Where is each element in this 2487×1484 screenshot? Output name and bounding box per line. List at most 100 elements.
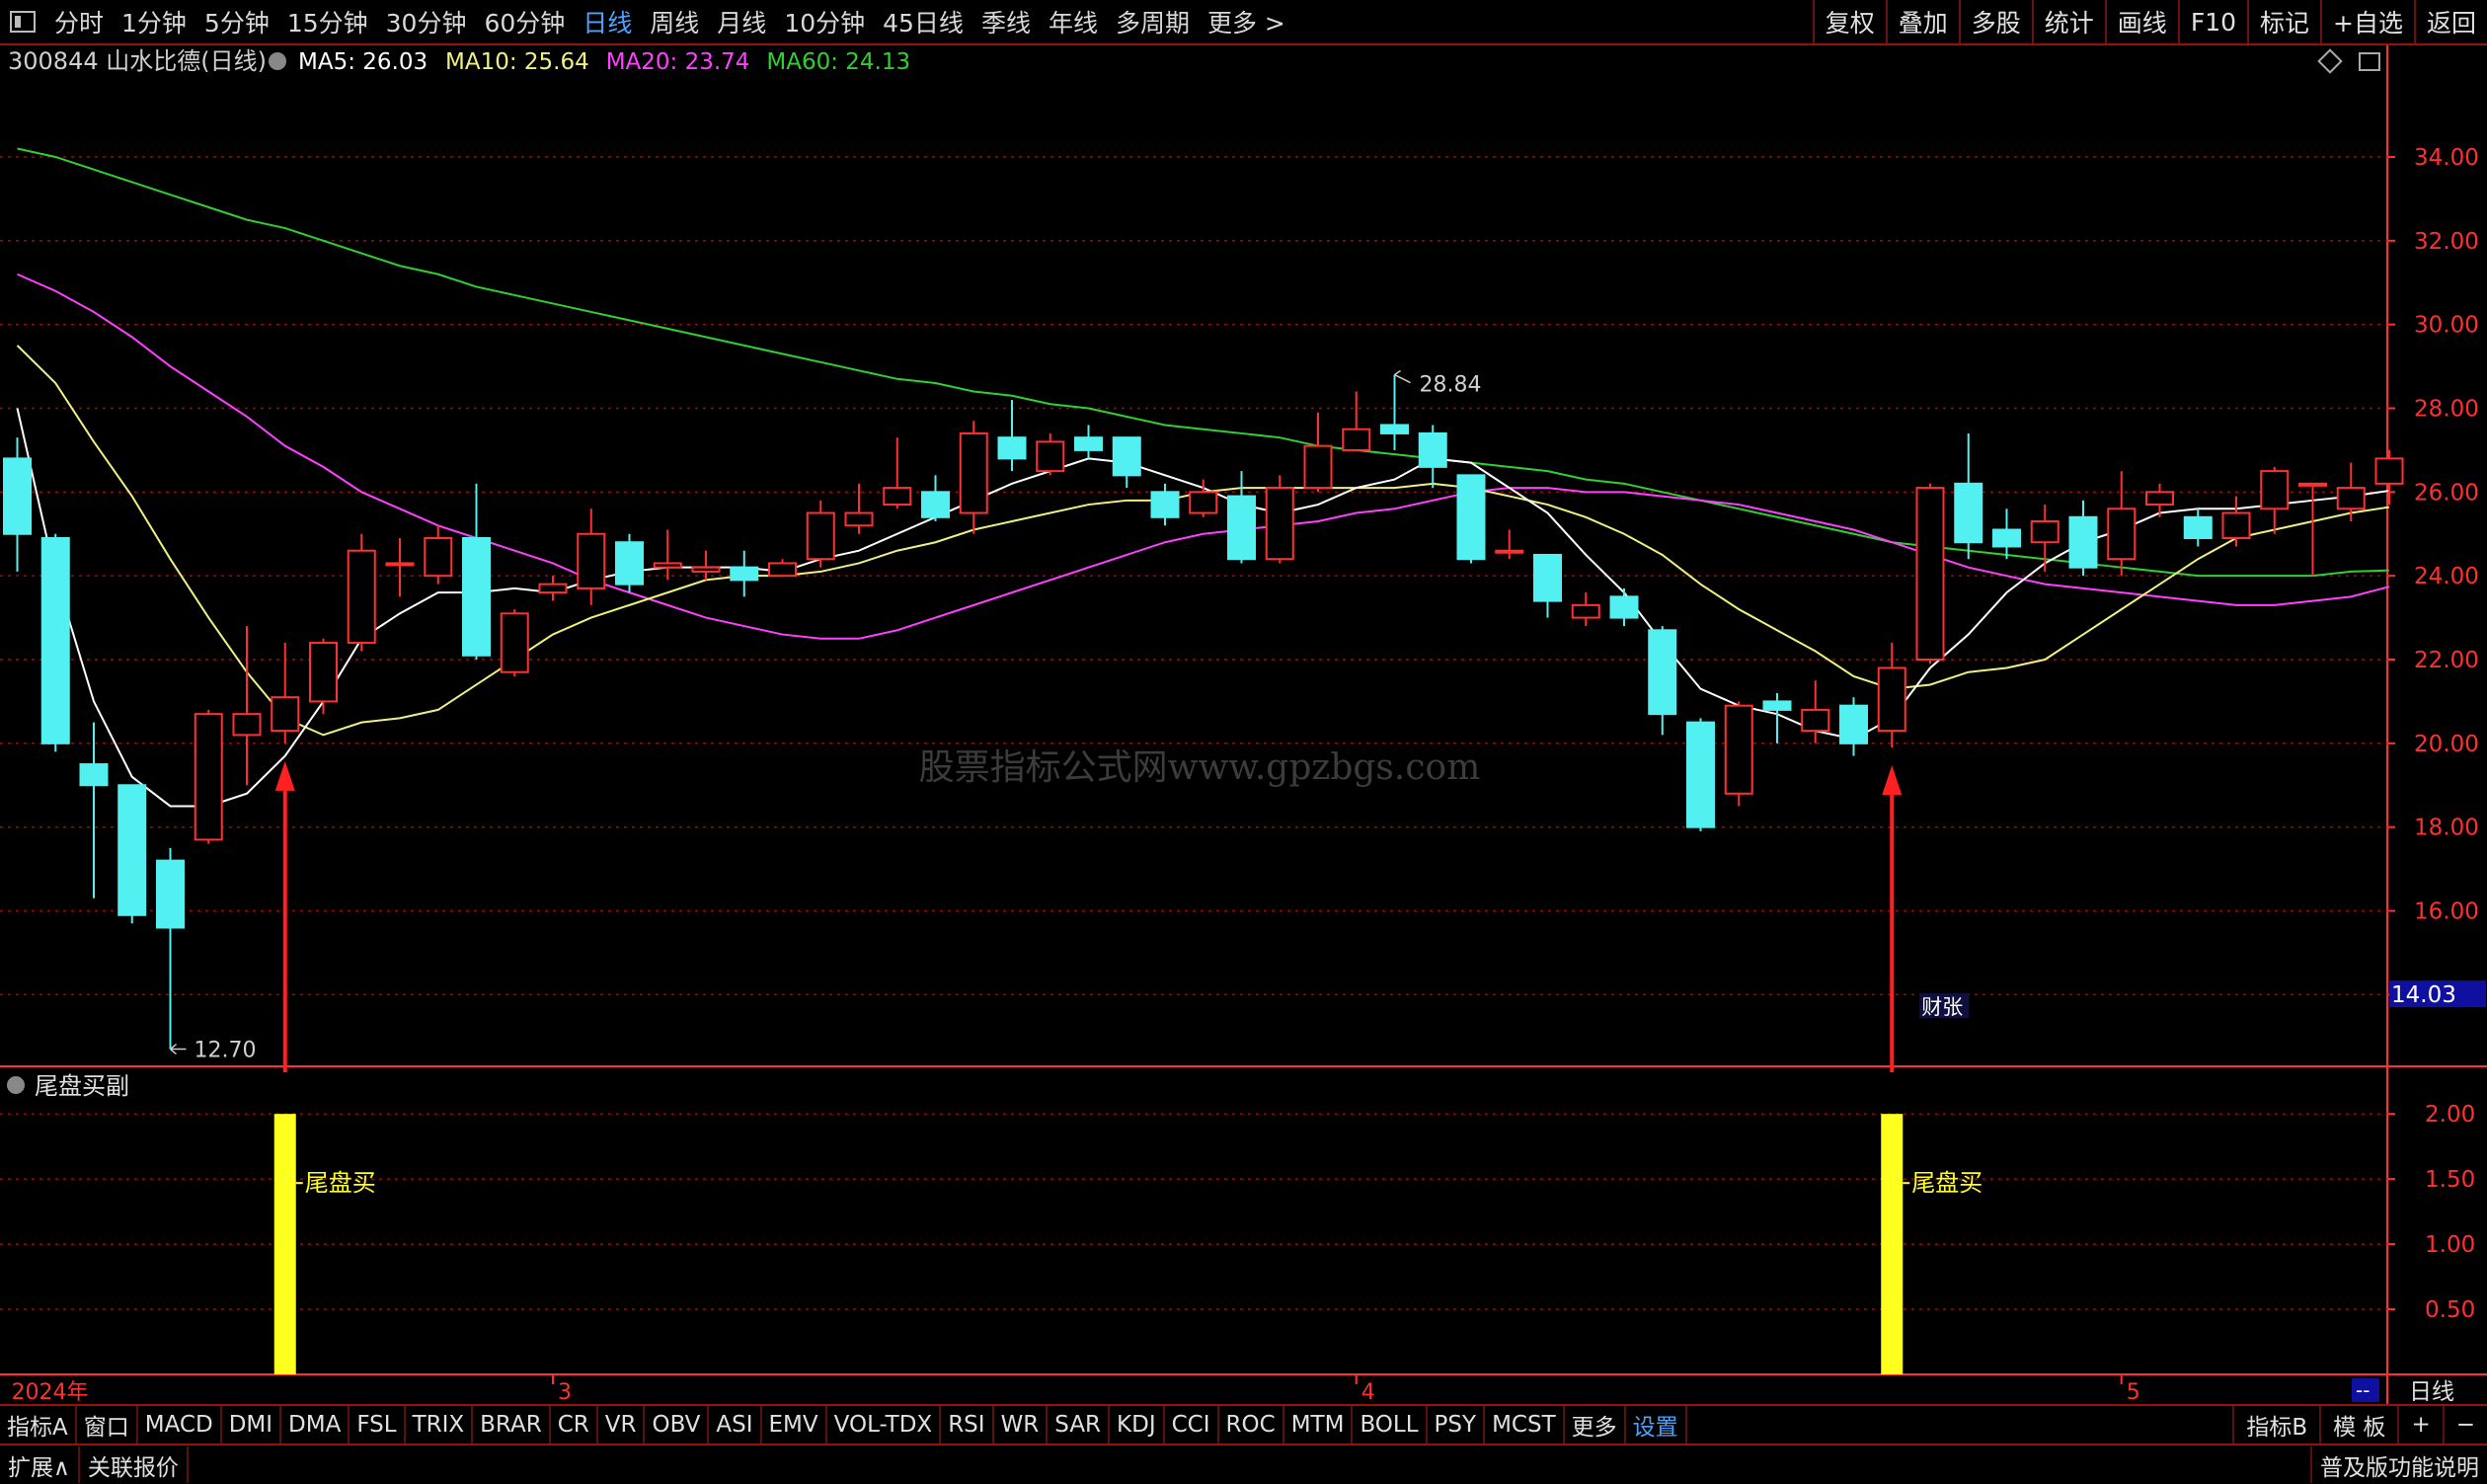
indicator-right-button-2[interactable]: + — [2397, 1406, 2442, 1444]
layout-toggle-icon[interactable] — [10, 11, 36, 33]
candle-body-10 — [385, 562, 415, 567]
candle-body-22 — [844, 511, 874, 527]
toolbar-button-5[interactable]: F10 — [2177, 0, 2247, 43]
candle-body-44 — [1686, 721, 1715, 828]
candle-body-39 — [1495, 549, 1524, 554]
period-tab-14[interactable]: 更多 > — [1199, 4, 1294, 39]
period-tab-7[interactable]: 周线 — [641, 4, 708, 39]
candle-body-61 — [2336, 487, 2366, 510]
indicator-tab-5[interactable]: FSL — [350, 1406, 406, 1444]
candle-body-51 — [1954, 482, 1983, 544]
candle-body-25 — [959, 431, 988, 514]
candle-body-37 — [1418, 431, 1447, 468]
period-tab-6[interactable]: 日线 — [574, 4, 641, 39]
candle-body-20 — [768, 562, 797, 578]
indicator-tab-11[interactable]: ASI — [709, 1406, 762, 1444]
indicator-tab-15[interactable]: WR — [994, 1406, 1049, 1444]
candle-body-53 — [2030, 520, 2060, 544]
status-bar: 扩展∧ 关联报价 普及版功能说明 — [0, 1444, 2487, 1484]
indicator-tab-0[interactable]: 指标A — [0, 1406, 77, 1444]
indicator-tab-10[interactable]: OBV — [645, 1406, 710, 1444]
candle-body-34 — [1303, 444, 1333, 490]
indicator-tab-16[interactable]: SAR — [1048, 1406, 1111, 1444]
indicator-tab-22[interactable]: PSY — [1428, 1406, 1486, 1444]
expand-button[interactable]: 扩展∧ — [0, 1446, 80, 1483]
candle-body-58 — [2221, 511, 2251, 539]
sub-tick-label-1: 1.50 — [2425, 1167, 2475, 1193]
indicator-tab-19[interactable]: ROC — [1219, 1406, 1284, 1444]
indicator-tab-7[interactable]: BRAR — [473, 1406, 551, 1444]
candle-body-11 — [424, 536, 453, 578]
candle-body-31 — [1189, 491, 1218, 514]
indicator-tab-17[interactable]: KDJ — [1110, 1406, 1165, 1444]
period-tab-2[interactable]: 5分钟 — [195, 4, 278, 39]
candle-body-56 — [2145, 491, 2174, 507]
indicator-tab-20[interactable]: MTM — [1284, 1406, 1354, 1444]
indicator-tab-13[interactable]: VOL-TDX — [827, 1406, 942, 1444]
indicator-tab-9[interactable]: VR — [598, 1406, 646, 1444]
indicator-tab-25[interactable]: 设置 — [1626, 1406, 1687, 1444]
indicator-tab-12[interactable]: EMV — [762, 1406, 827, 1444]
period-tab-12[interactable]: 年线 — [1040, 4, 1107, 39]
period-tab-8[interactable]: 月线 — [708, 4, 775, 39]
period-tab-3[interactable]: 15分钟 — [278, 4, 377, 39]
indicator-tab-23[interactable]: MCST — [1485, 1406, 1565, 1444]
sub-tick-label-3: 0.50 — [2425, 1297, 2475, 1323]
indicator-right-button-1[interactable]: 模 板 — [2319, 1406, 2397, 1444]
indicator-tab-21[interactable]: BOLL — [1353, 1406, 1428, 1444]
period-indicator: 日线 — [2409, 1379, 2454, 1404]
candle-body-54 — [2068, 515, 2098, 569]
indicator-tab-3[interactable]: DMI — [222, 1406, 282, 1444]
current-price-label: 14.03 — [2391, 982, 2456, 1008]
period-tab-10[interactable]: 45日线 — [874, 4, 972, 39]
toolbar-button-8[interactable]: 返回 — [2413, 0, 2487, 43]
candle-body-16 — [615, 541, 644, 586]
candle-body-40 — [1533, 553, 1562, 602]
indicator-tab-14[interactable]: RSI — [941, 1406, 994, 1444]
date-label-0: 2024年 — [12, 1380, 89, 1404]
candle-body-35 — [1342, 428, 1371, 451]
indicator-tab-24[interactable]: 更多 — [1565, 1406, 1626, 1444]
period-tab-9[interactable]: 10分钟 — [775, 4, 874, 39]
candle-body-24 — [921, 491, 950, 518]
edition-help-link[interactable]: 普及版功能说明 — [2310, 1446, 2487, 1483]
kline-chart[interactable]: 300844 山水比德(日线) MA5: 26.03 MA10: 25.64 MA20… — [0, 45, 2487, 1404]
watermark-text: 股票指标公式网www.gpzbgs.com — [919, 747, 1481, 788]
indicator-tab-1[interactable]: 窗口 — [77, 1406, 138, 1444]
indicator-right-button-3[interactable]: − — [2442, 1406, 2487, 1444]
indicator-tab-8[interactable]: CR — [551, 1406, 598, 1444]
indicator-right-button-0[interactable]: 指标B — [2232, 1406, 2319, 1444]
date-label-2: 4 — [1361, 1380, 1375, 1404]
candle-body-9 — [347, 549, 376, 645]
related-quote-button[interactable]: 关联报价 — [80, 1446, 189, 1483]
period-tab-11[interactable]: 季线 — [972, 4, 1040, 39]
toolbar-button-7[interactable]: +自选 — [2320, 0, 2414, 43]
price-tick-label-8: 18.00 — [2414, 816, 2479, 841]
toolbar-button-2[interactable]: 多股 — [1958, 0, 2032, 43]
period-tab-0[interactable]: 分时 — [45, 4, 113, 39]
candle-body-57 — [2183, 515, 2213, 539]
indicator-tab-18[interactable]: CCI — [1165, 1406, 1219, 1444]
toolbar-button-6[interactable]: 标记 — [2247, 0, 2320, 43]
panel-icon — [2359, 52, 2380, 71]
indicator-tabbar: 指标A 窗口 MACD DMI DMA FSL TRIX BRAR CR VR OBV ASI EMV V… — [0, 1404, 2487, 1444]
indicator-tab-4[interactable]: DMA — [281, 1406, 350, 1444]
period-tab-1[interactable]: 1分钟 — [113, 4, 195, 39]
sub-tick-label-2: 1.00 — [2425, 1232, 2475, 1258]
candle-body-17 — [653, 562, 682, 569]
candle-body-43 — [1648, 629, 1677, 716]
period-tab-5[interactable]: 60分钟 — [475, 4, 574, 39]
toolbar-button-3[interactable]: 统计 — [2031, 0, 2105, 43]
price-tick-label-3: 28.00 — [2414, 396, 2479, 422]
period-tab-4[interactable]: 30分钟 — [377, 4, 476, 39]
toolbar-button-1[interactable]: 叠加 — [1885, 0, 1959, 43]
indicator-tab-2[interactable]: MACD — [138, 1406, 222, 1444]
candle-body-29 — [1112, 436, 1141, 477]
sub-tick-label-0: 2.00 — [2425, 1102, 2475, 1128]
period-tab-13[interactable]: 多周期 — [1107, 4, 1199, 39]
candle-body-6 — [232, 713, 262, 737]
indicator-tab-6[interactable]: TRIX — [406, 1406, 474, 1444]
candle-body-41 — [1571, 603, 1600, 619]
toolbar-button-0[interactable]: 复权 — [1812, 0, 1886, 43]
toolbar-button-4[interactable]: 画线 — [2104, 0, 2178, 43]
